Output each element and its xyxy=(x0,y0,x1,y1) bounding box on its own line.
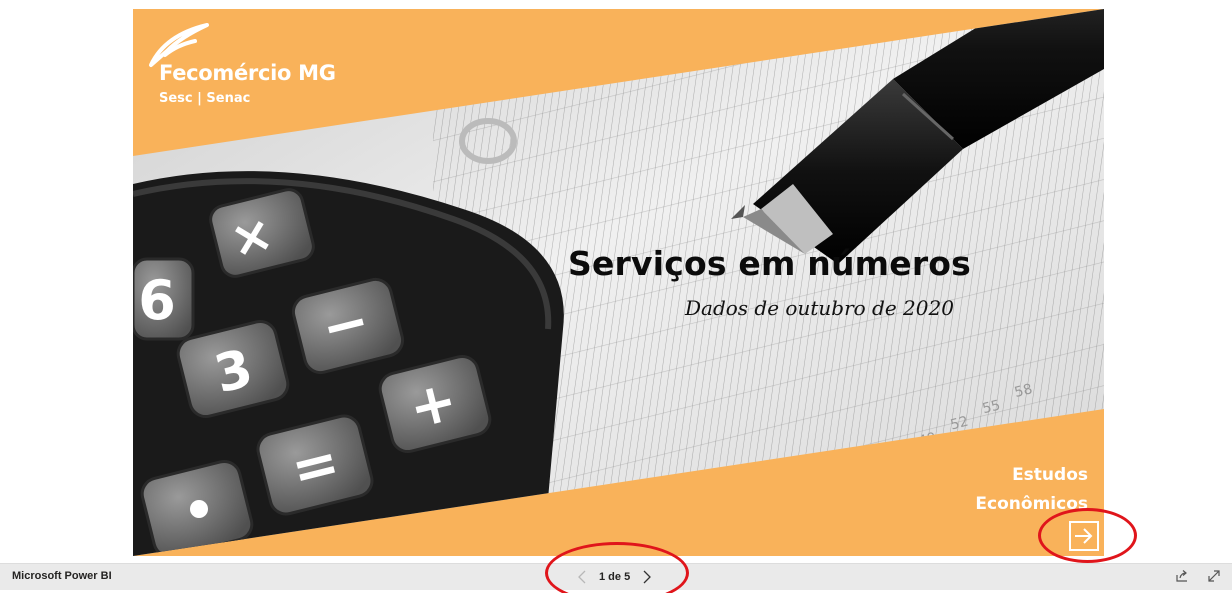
fullscreen-button[interactable] xyxy=(1206,568,1222,584)
svg-text:46: 46 xyxy=(885,445,906,465)
fullscreen-icon xyxy=(1208,570,1220,582)
share-icon xyxy=(1176,570,1187,582)
footer-tools xyxy=(1174,568,1222,584)
slide-title: Serviços em números xyxy=(568,244,972,283)
next-page-chevron-button[interactable] xyxy=(640,569,654,585)
powerbi-footer: Microsoft Power BI 1 de 5 xyxy=(0,563,1232,590)
report-slide: 46 49 52 55 58 × 6 − 3 + = Fecomércio MG… xyxy=(133,9,1104,556)
chevron-left-icon xyxy=(578,570,586,584)
next-page-button[interactable] xyxy=(1069,521,1099,551)
svg-text:6: 6 xyxy=(138,269,176,332)
share-button[interactable] xyxy=(1174,568,1190,584)
powerbi-link[interactable]: Microsoft Power BI xyxy=(12,570,112,582)
powerbi-embed: 46 49 52 55 58 × 6 − 3 + = Fecomércio MG… xyxy=(0,0,1232,593)
logo-sub-text: Sesc | Senac xyxy=(159,91,251,106)
previous-page-button[interactable] xyxy=(575,569,589,585)
estudos-line-1: Estudos xyxy=(1012,465,1088,485)
estudos-economicos-label: Estudos Econômicos xyxy=(975,461,1088,519)
logo-brand-text: Fecomércio MG xyxy=(159,61,336,85)
slide-subtitle: Dados de outubro de 2020 xyxy=(685,296,954,320)
arrow-right-icon xyxy=(1075,528,1093,544)
page-indicator: 1 de 5 xyxy=(599,571,631,583)
chevron-right-icon xyxy=(643,570,652,584)
svg-text:52: 52 xyxy=(949,414,970,434)
svg-text:49: 49 xyxy=(917,430,938,450)
fecomercio-logo: Fecomércio MG Sesc | Senac xyxy=(143,21,373,111)
estudos-line-2: Econômicos xyxy=(975,494,1088,514)
page-navigator: 1 de 5 xyxy=(575,566,654,588)
